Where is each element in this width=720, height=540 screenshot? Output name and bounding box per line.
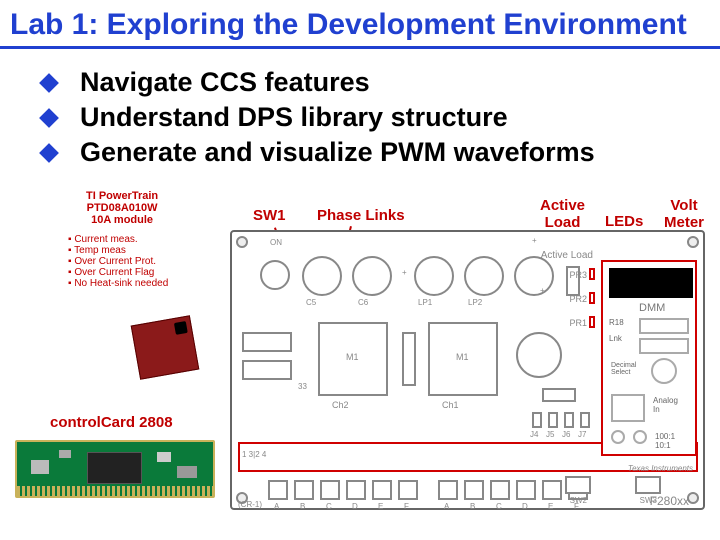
conn-label: B [470,502,475,511]
m-label: M1 [346,352,359,362]
j-label: J5 [546,430,554,439]
board-text: F280xx [650,494,689,508]
diamond-icon [39,108,59,128]
bullet-list: Navigate CCS features Understand DPS lib… [0,67,720,168]
pin-label: 1 3|2 4 [242,450,266,459]
bullet-item: Generate and visualize PWM waveforms [42,137,720,168]
module-item: Temp meas [74,245,126,256]
slide-title: Lab 1: Exploring the Development Environ… [0,0,720,49]
diamond-icon [39,143,59,163]
pcb-schematic: ON + + C5 C6 LP1 LP2 + Active Load PR3 P… [230,230,705,510]
module-title: TI PowerTrain PTD08A010W 10A module [86,190,158,226]
ti-text: Texas Instruments [628,464,693,473]
activeload-text: Active Load [541,250,593,261]
bullet-text: Navigate CCS features [80,67,370,98]
conn-label: C [496,502,502,511]
module-item: Current meas. [74,234,137,245]
module-l2: PTD08A010W [86,202,158,214]
module-item: No Heat-sink needed [74,278,168,289]
conn-label: A [444,502,449,511]
conn-label: D [522,502,528,511]
conn-label: A [274,502,279,511]
volt-meter-label: Volt Meter [664,198,704,231]
active-load-label: Active Load [540,198,585,231]
dmm-panel-highlight: DMM R18 Lnk DecimalSelect AnalogIn 100:1… [601,260,697,456]
bullet-item: Understand DPS library structure [42,102,720,133]
phase-links-label: Phase Links [317,208,405,225]
leds-label: LEDs [605,214,643,231]
controlcard-image [15,440,215,498]
bullet-text: Generate and visualize PWM waveforms [80,137,595,168]
module-l3: 10A module [86,214,158,226]
module-items: ▪ Current meas. ▪ Temp meas ▪ Over Curre… [68,234,168,289]
bullet-text: Understand DPS library structure [80,102,508,133]
dmm-text: DMM [639,302,665,314]
ch-label: Ch1 [442,400,459,410]
power-module-image [131,315,200,380]
pr-label: PR3 [569,270,587,280]
pr-label: PR2 [569,294,587,304]
conn-label: F [404,502,409,511]
sw1-label: SW1 [253,208,286,225]
figure-area: TI PowerTrain PTD08A010W 10A module ▪ Cu… [10,190,710,520]
ch-label: Ch2 [332,400,349,410]
conn-label: E [548,502,553,511]
conn-label: E [378,502,383,511]
j-label: J6 [562,430,570,439]
controlcard-label: controlCard 2808 [50,415,173,432]
conn-label: C [326,502,332,511]
module-l1: TI PowerTrain [86,190,158,202]
j-label: J7 [578,430,586,439]
m-label: M1 [456,352,469,362]
module-item: Over Current Prot. [74,256,156,267]
bullet-item: Navigate CCS features [42,67,720,98]
conn-label: B [300,502,305,511]
conn-label: D [352,502,358,511]
diamond-icon [39,73,59,93]
module-item: Over Current Flag [74,267,154,278]
cr-label: (CR-1) [238,500,262,509]
pr-label: PR1 [569,318,587,328]
j-label: J4 [530,430,538,439]
